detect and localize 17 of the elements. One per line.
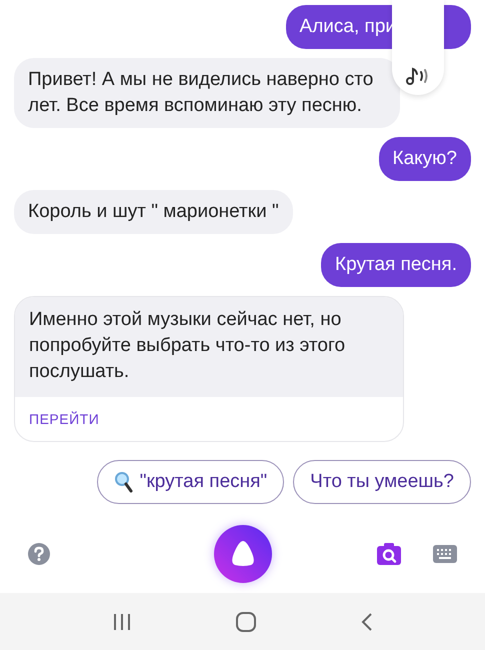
- message-text: Именно этой музыки сейчас нет, но попробуйте выбрать что-то из этого послушать.: [15, 297, 403, 397]
- camera-search-icon[interactable]: [377, 543, 401, 565]
- recent-apps-icon[interactable]: [112, 612, 130, 630]
- assistant-message-bubble: Привет! А мы не виделись наверно сто лет. Все время вспоминаю эту песню.: [14, 58, 400, 128]
- search-suggestion-chip[interactable]: "крутая песня": [96, 460, 284, 504]
- keyboard-icon[interactable]: [433, 545, 457, 563]
- music-widget[interactable]: [392, 0, 444, 95]
- help-icon[interactable]: [28, 543, 50, 565]
- back-icon[interactable]: [360, 612, 372, 632]
- magnifier-icon: [114, 471, 134, 493]
- go-link[interactable]: ПЕРЕЙТИ: [29, 411, 100, 427]
- suggestion-chip[interactable]: Что ты умеешь?: [293, 460, 471, 504]
- assistant-message-bubble: Король и шут " марионетки ": [14, 190, 293, 234]
- voice-assistant-button[interactable]: [214, 525, 272, 583]
- home-icon[interactable]: [236, 612, 256, 632]
- user-message-bubble: Какую?: [378, 137, 471, 181]
- user-message-bubble: Крутая песня.: [321, 243, 471, 287]
